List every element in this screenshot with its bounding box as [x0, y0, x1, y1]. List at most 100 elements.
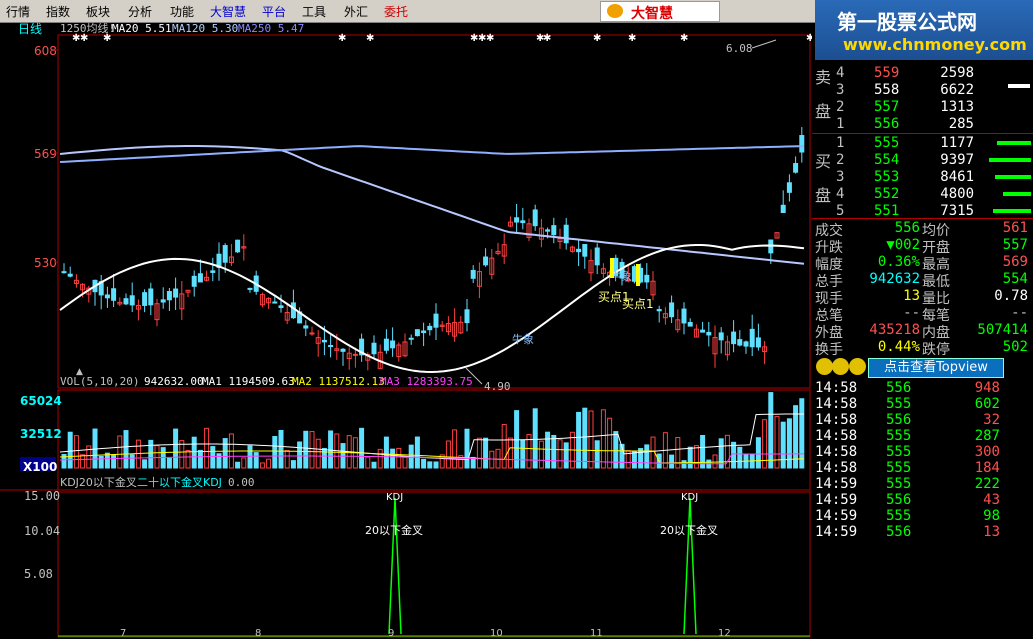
tick-time-9: 14:59 — [815, 524, 858, 540]
buy-vol-1: 1177 — [940, 135, 974, 151]
stat-label2-2: 最高 — [922, 257, 950, 273]
menu-item-6[interactable]: 平台 — [262, 3, 286, 20]
volume-bar — [780, 421, 786, 469]
star-marker: ✱ — [338, 33, 346, 44]
volume-bar — [700, 434, 706, 469]
price-frame — [57, 34, 811, 389]
price-low-annotation: 4.90 — [484, 380, 511, 393]
menu-item-0[interactable]: 行情 — [6, 3, 30, 20]
candle-body — [532, 209, 538, 227]
candle-body — [799, 135, 805, 153]
buy-depth-bar — [995, 175, 1031, 179]
vol-tick-0: 65024 — [20, 394, 62, 408]
volume-bar — [216, 453, 222, 469]
menu-item-4[interactable]: 功能 — [170, 3, 194, 20]
tick-price-7: 556 — [886, 492, 912, 508]
candle-body — [173, 288, 179, 298]
kdj-tick-0: 15.00 — [24, 489, 60, 503]
banner-url: www.chnmoney.com — [843, 35, 1027, 54]
option-circle-0[interactable] — [816, 358, 833, 375]
tick-price-9: 556 — [886, 524, 912, 540]
tick-vol-5: 184 — [974, 460, 1000, 476]
volume-bar — [297, 441, 303, 469]
candle-body — [576, 248, 582, 253]
candle-body — [111, 288, 117, 301]
stat-value-4: 13 — [903, 288, 920, 304]
stat-value2-5: -- — [1011, 305, 1028, 321]
tick-vol-2: 32 — [983, 412, 1000, 428]
stat-value-3: 942632 — [869, 271, 920, 287]
bull-signal-1: 牛象 — [512, 332, 534, 346]
kline-chart-area[interactable]: 日线 1250均线!MA20 5.51 MA120 5.30 MA250 5.4760… — [0, 22, 812, 639]
star-marker: ✱ — [543, 33, 551, 44]
volume-bar — [631, 450, 637, 469]
topview-button[interactable]: 点击查看Topview — [868, 358, 1004, 378]
star-marker: ✱ — [806, 33, 812, 44]
candle-body — [780, 204, 786, 214]
menu-item-2[interactable]: 板块 — [86, 3, 110, 20]
volume-bar — [532, 408, 538, 469]
volume-bar — [135, 439, 141, 469]
tick-vol-8: 98 — [983, 508, 1000, 524]
stat-value-5: -- — [903, 305, 920, 321]
tick-price-8: 555 — [886, 508, 912, 524]
buy-price-3: 553 — [874, 169, 900, 185]
sell-vol-2: 1313 — [940, 99, 974, 115]
candle-body — [700, 329, 706, 333]
volume-bar — [538, 440, 544, 469]
stat-label-0: 成交 — [815, 223, 843, 239]
tick-price-5: 555 — [886, 460, 912, 476]
menu-item-3[interactable]: 分析 — [128, 3, 152, 20]
stat-label2-4: 量比 — [922, 291, 950, 307]
ma250-line — [59, 145, 805, 163]
volume-bar — [669, 454, 675, 469]
volume-bar — [129, 454, 135, 469]
stat-value2-3: 554 — [1002, 271, 1028, 287]
date-tick-2: 9 — [388, 628, 394, 639]
stat-value-2: 0.36% — [877, 254, 920, 270]
volume-bar — [266, 458, 272, 469]
option-circle-2[interactable] — [849, 358, 866, 375]
sell-vol-4: 2598 — [940, 65, 974, 81]
vol-value: 942632.00 — [144, 375, 204, 388]
stat-label2-7: 跌停 — [922, 342, 950, 358]
buy-depth-bar — [997, 141, 1031, 145]
volume-bar — [452, 429, 458, 469]
volume-bar — [501, 424, 507, 469]
kdj-spike-0 — [388, 497, 402, 635]
candle-body — [166, 291, 172, 301]
volume-bar — [235, 461, 241, 469]
candle-body — [390, 340, 396, 349]
stat-label-7: 换手 — [815, 342, 843, 358]
volume-bar — [576, 411, 582, 469]
menu-item-1[interactable]: 指数 — [46, 3, 70, 20]
sell-level-4: 4 — [836, 65, 845, 81]
star-marker: ✱ — [593, 33, 601, 44]
candle-body — [551, 225, 557, 236]
vol-tick-1: 32512 — [20, 427, 62, 441]
candle-body — [669, 302, 675, 318]
menu-item-7[interactable]: 工具 — [302, 3, 326, 20]
star-marker: ✱ — [80, 33, 88, 44]
tick-time-7: 14:59 — [815, 492, 858, 508]
menu-item-9[interactable]: 委托 — [384, 3, 408, 20]
menu-item-5[interactable]: 大智慧 — [210, 3, 246, 20]
tick-vol-3: 287 — [974, 428, 1000, 444]
sell-label-top: 卖 — [815, 68, 832, 87]
menu-item-8[interactable]: 外汇 — [344, 3, 368, 20]
candle-body — [594, 247, 600, 266]
candle-body — [483, 256, 489, 266]
buy-label-bottom: 盘 — [815, 186, 832, 205]
buy-price-1: 555 — [874, 135, 900, 151]
buy-price-4: 552 — [874, 186, 900, 202]
option-circle-1[interactable] — [832, 358, 849, 375]
vol-tick-2: X100 — [23, 460, 57, 474]
kdj-value: 0.00 — [228, 476, 255, 489]
candle-body — [148, 288, 154, 306]
tick-price-0: 556 — [886, 380, 912, 396]
volume-bar — [600, 409, 606, 469]
volume-bar — [359, 427, 365, 469]
buy-level-3: 3 — [836, 169, 845, 185]
stat-value2-4: 0.78 — [994, 288, 1028, 304]
dzh-logo[interactable]: 大智慧 — [600, 1, 720, 22]
